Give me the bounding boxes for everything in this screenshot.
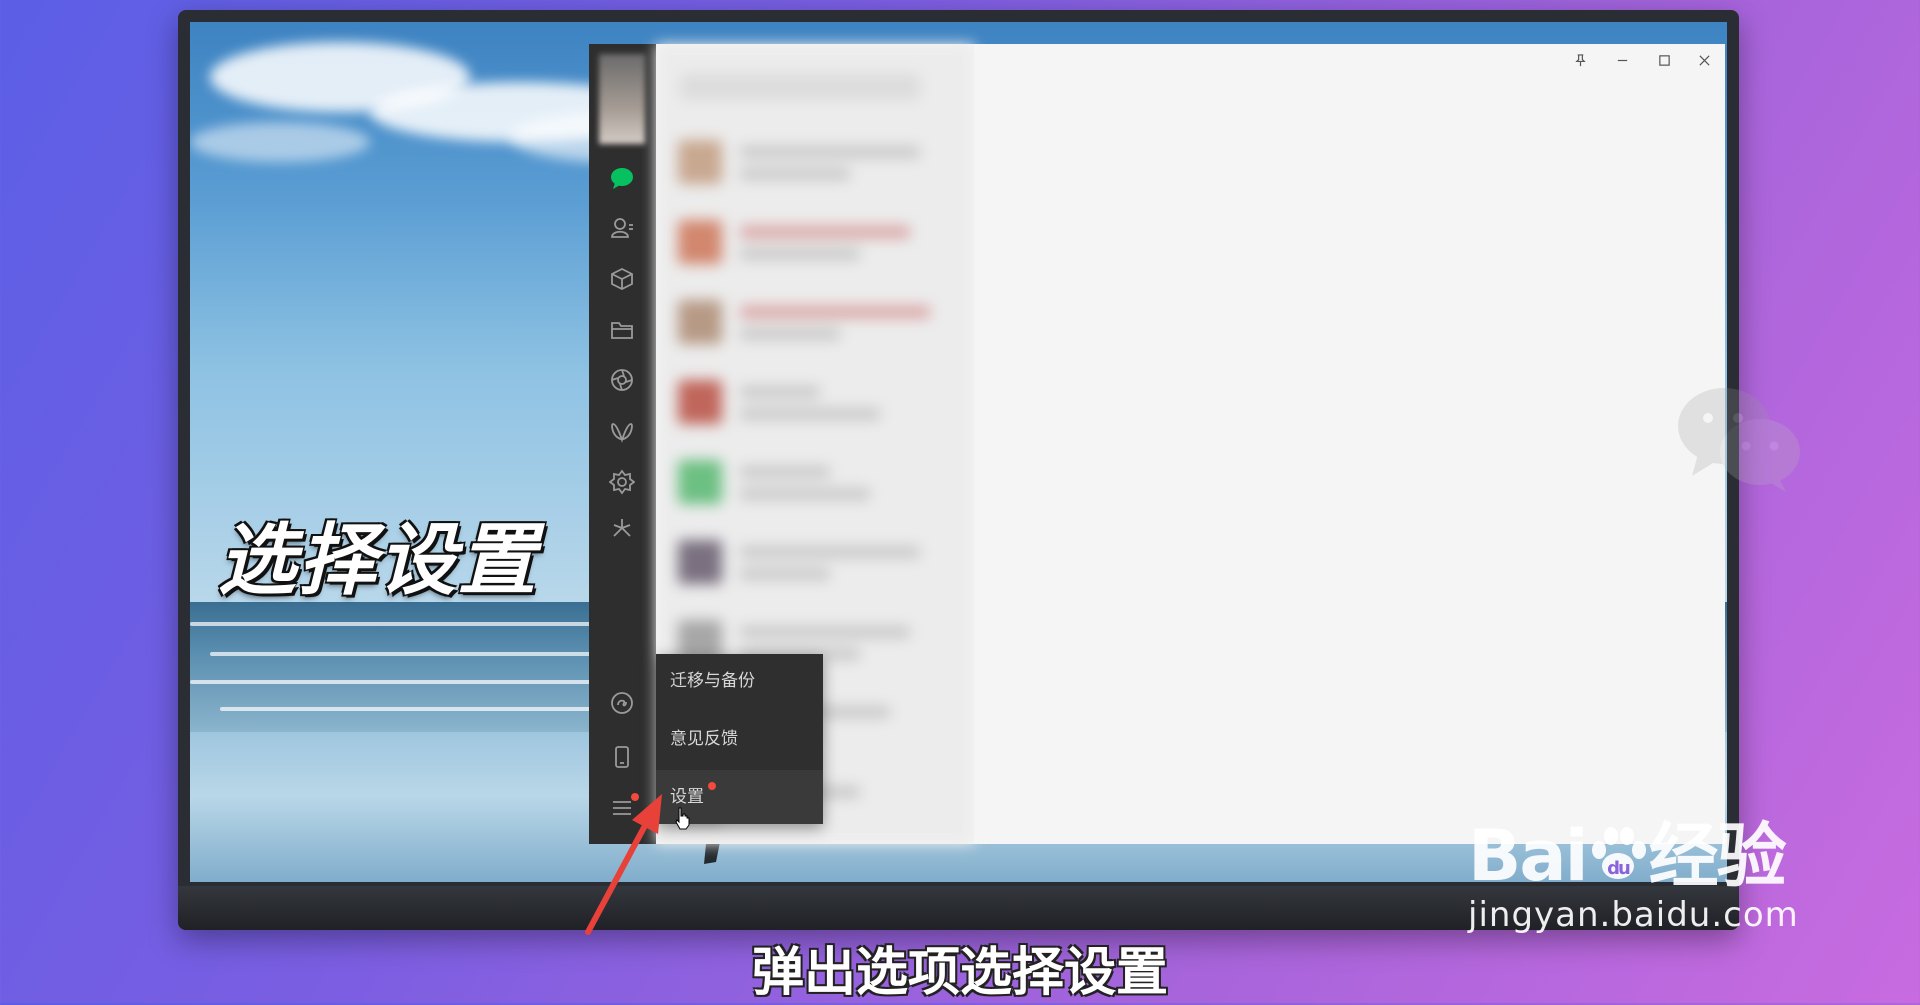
mini-programs-icon[interactable] <box>606 466 638 498</box>
watermark-brand-suffix: 经验 <box>1648 815 1787 897</box>
minimize-icon[interactable] <box>1607 50 1637 70</box>
subtitle-caption: 弹出选项选择设置 <box>751 943 1168 1003</box>
list-item[interactable] <box>656 444 974 524</box>
hand-cursor-icon <box>675 807 690 830</box>
chat-icon[interactable] <box>606 162 638 194</box>
list-item[interactable] <box>656 124 974 204</box>
watermark-url: jingyan.baidu.com <box>1468 895 1799 935</box>
wechat-logo-icon <box>1678 388 1800 492</box>
phone-icon[interactable] <box>606 741 638 773</box>
list-item[interactable] <box>656 284 974 364</box>
settings-notification-dot <box>708 782 716 790</box>
list-item[interactable] <box>656 524 974 604</box>
maximize-icon[interactable] <box>1649 50 1679 70</box>
channels-icon[interactable] <box>606 416 638 448</box>
menu-item-settings-label: 设置 <box>670 787 704 807</box>
miniprogram-link-icon[interactable] <box>606 687 638 719</box>
list-item[interactable] <box>656 204 974 284</box>
favorites-icon[interactable] <box>606 263 638 295</box>
pin-icon[interactable] <box>1565 50 1595 70</box>
baidu-watermark: Bai du 经验 jingyan.baidu.com <box>1468 800 1799 935</box>
list-item[interactable] <box>656 364 974 444</box>
chat-main-area <box>974 44 1800 844</box>
menu-item-feedback[interactable]: 意见反馈 <box>656 712 823 766</box>
menu-item-migrate-backup[interactable]: 迁移与备份 <box>656 654 823 708</box>
search-feature-icon[interactable] <box>606 512 638 544</box>
search-input[interactable] <box>680 74 920 100</box>
paw-icon: du <box>1591 827 1646 879</box>
overlay-caption: 选择设置 <box>218 516 539 606</box>
files-icon[interactable] <box>606 314 638 346</box>
close-icon[interactable] <box>1689 50 1719 70</box>
contacts-icon[interactable] <box>606 212 638 244</box>
wechat-sidebar <box>589 44 656 844</box>
avatar[interactable] <box>599 54 645 144</box>
annotation-arrow <box>585 794 662 935</box>
watermark-brand: Bai <box>1468 815 1589 897</box>
settings-popup-menu: 迁移与备份 意见反馈 设置 <box>656 654 823 830</box>
svg-text:du: du <box>1607 858 1630 879</box>
moments-icon[interactable] <box>606 364 638 396</box>
